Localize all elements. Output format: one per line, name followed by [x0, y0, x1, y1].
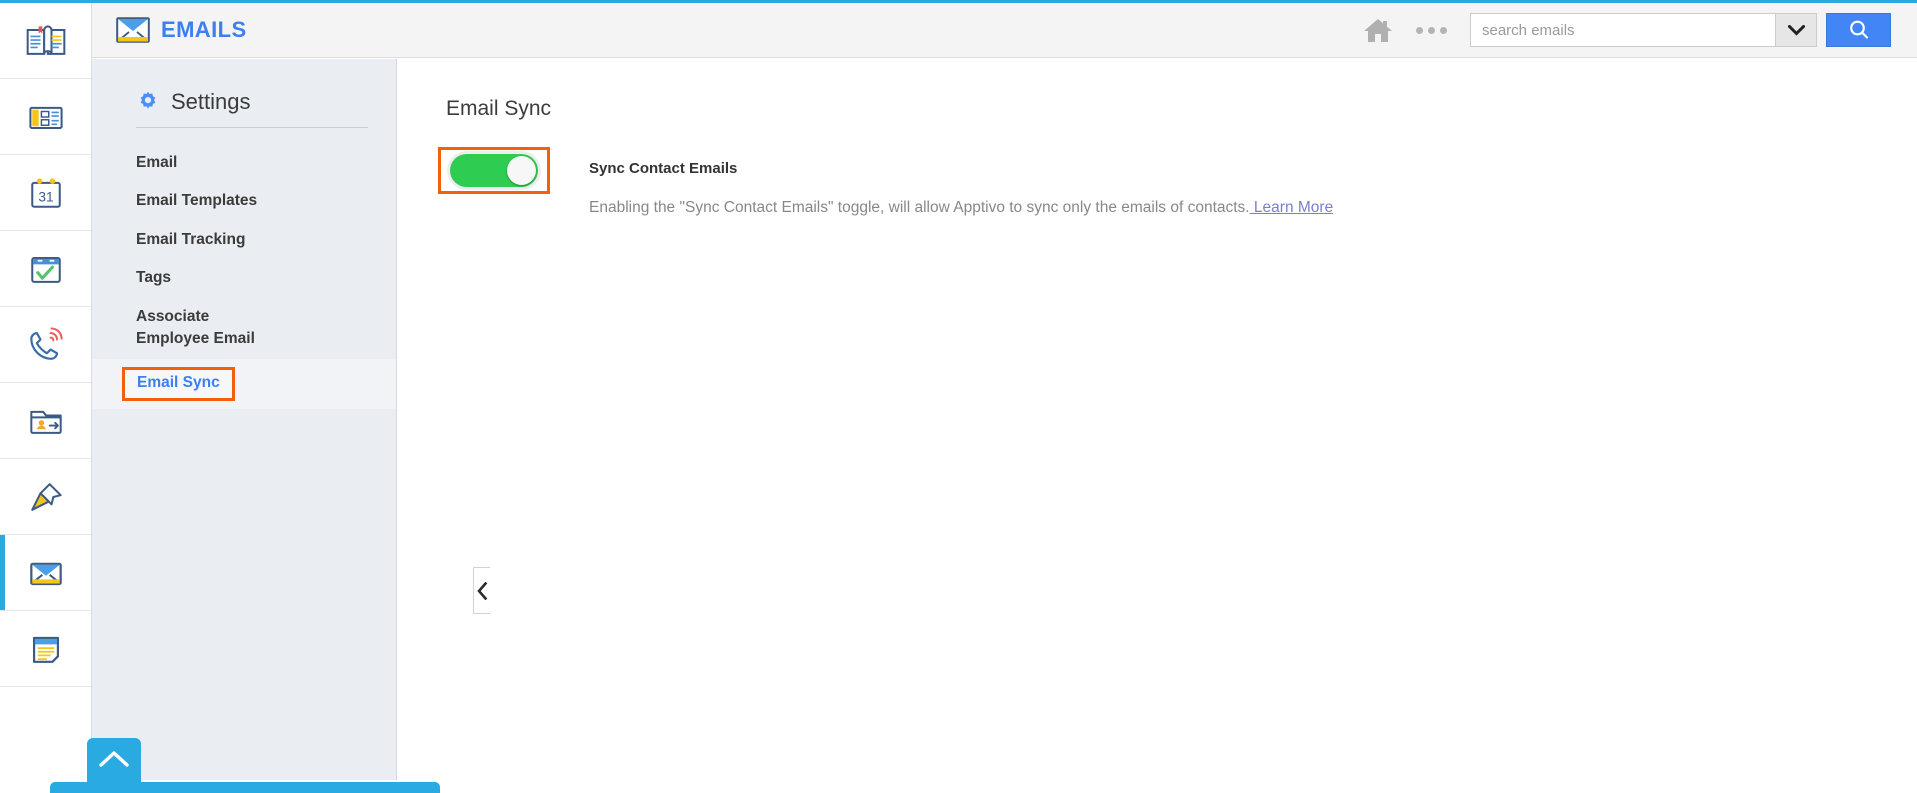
search-group [1470, 13, 1891, 47]
toggle-label: Sync Contact Emails [589, 160, 738, 177]
sidebar-item-email-templates[interactable]: Email Templates [92, 182, 396, 220]
sync-contact-emails-toggle[interactable] [450, 154, 538, 187]
ellipsis-icon [1439, 26, 1447, 34]
scroll-to-top-button[interactable] [87, 738, 141, 793]
rail-item-calls[interactable] [0, 307, 91, 383]
settings-title: Settings [171, 89, 251, 114]
toggle-highlight-frame [438, 147, 550, 194]
home-button[interactable] [1352, 10, 1404, 50]
sync-contact-emails-row: Sync Contact Emails Enabling the "Sync C… [398, 121, 1917, 217]
app-root: 31 EMAILS search emails Settings Email E… [0, 0, 1917, 793]
main-content: Email Sync Sync Contact Emails Enabling … [398, 59, 1917, 793]
page-title: EMAILS [161, 17, 247, 42]
gear-icon [140, 91, 156, 109]
top-accent-rule [0, 0, 1917, 3]
settings-header: Settings [92, 59, 396, 115]
chevron-down-icon [1787, 24, 1805, 36]
rail-item-news[interactable] [0, 79, 91, 155]
chevron-left-icon [476, 581, 487, 600]
toggle-knob [507, 156, 536, 185]
ellipsis-icon [1427, 26, 1435, 34]
settings-sidebar: Settings Email Email Templates Email Tra… [92, 59, 490, 780]
svg-text:31: 31 [38, 189, 53, 204]
home-icon [1364, 19, 1392, 42]
sidebar-item-email-tracking[interactable]: Email Tracking [92, 221, 396, 259]
tasks-check-icon [30, 256, 61, 283]
rail-item-notes[interactable] [0, 611, 91, 687]
rail-item-contacts[interactable] [0, 383, 91, 459]
chevron-up-icon [99, 751, 129, 767]
email-envelope-icon [29, 562, 62, 585]
sidebar-item-email-sync[interactable]: Email Sync [92, 358, 396, 410]
notes-icon [32, 636, 59, 663]
sidebar-item-label: Email Sync [122, 366, 235, 402]
header-actions [1352, 10, 1917, 50]
pin-icon [30, 482, 62, 511]
rail-item-tasks[interactable] [0, 231, 91, 307]
more-options-button[interactable] [1404, 10, 1458, 50]
rail-item-calendar[interactable]: 31 [0, 155, 91, 231]
learn-more-link[interactable]: Learn More [1250, 199, 1333, 216]
content-heading: Email Sync [446, 97, 552, 120]
search-button[interactable] [1826, 13, 1891, 47]
sidebar-collapse-handle[interactable] [473, 567, 490, 614]
sidebar-item-label: Email Tracking [136, 230, 246, 248]
rail-item-pinned[interactable] [0, 459, 91, 535]
newsletter-icon [28, 106, 63, 129]
search-scope-dropdown[interactable] [1775, 13, 1817, 47]
phone-call-icon [29, 326, 63, 360]
rail-item-ledger[interactable] [0, 3, 91, 79]
rail-item-emails[interactable] [0, 535, 91, 611]
email-envelope-icon [116, 17, 150, 43]
sidebar-item-tags[interactable]: Tags [92, 259, 396, 297]
ellipsis-icon [1415, 26, 1423, 34]
left-icon-rail: 31 [0, 3, 92, 793]
sidebar-item-label: Tags [136, 269, 172, 287]
settings-nav-list: Email Email Templates Email Tracking Tag… [92, 144, 396, 410]
app-header: EMAILS [92, 3, 1917, 58]
sidebar-item-email[interactable]: Email [92, 144, 396, 182]
header-branding: EMAILS [92, 17, 247, 43]
news-book-icon [26, 24, 65, 55]
search-input[interactable] [1470, 13, 1775, 47]
sidebar-item-label: Email Templates [136, 192, 258, 210]
toggle-description-text: Enabling the "Sync Contact Emails" toggl… [589, 199, 1250, 216]
sidebar-item-associate-employee-email[interactable]: Associate Employee Email [92, 298, 292, 359]
sidebar-item-label: Email [136, 154, 178, 171]
contact-folder-icon [29, 410, 62, 434]
settings-divider [136, 127, 368, 128]
calendar-icon: 31 [30, 177, 61, 208]
toggle-text-group: Sync Contact Emails Enabling the "Sync C… [550, 147, 1333, 217]
toggle-description: Enabling the "Sync Contact Emails" toggl… [589, 177, 1333, 217]
search-icon [1849, 20, 1868, 39]
sidebar-item-label: Associate Employee Email [136, 307, 255, 348]
